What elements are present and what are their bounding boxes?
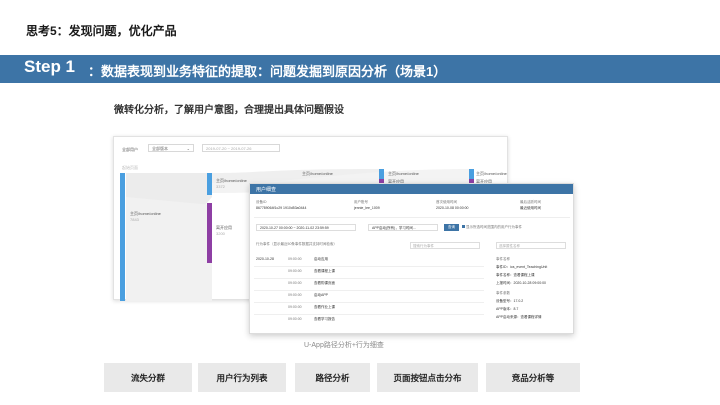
event-name: 启动APP [314,293,329,297]
date-range-picker[interactable]: 2020-10-27 00:00:00 ~ 2020-11-02 23:59:5… [256,224,356,231]
step-banner: Step 1 ：数据表现到业务特征的提取：问题发掘到原因分析（场景1） [0,55,720,83]
user-detail-screenshot: 用户细查 设备ID 867789064f1c29 1910d53a0444 用户… [249,183,574,334]
btn-path-analysis[interactable]: 路径分析 [295,363,370,392]
event-time: 09:00:00 [288,293,302,297]
query-button[interactable]: 查询 [444,224,459,231]
field-value-last: 最近使用时间 [520,206,541,210]
event-time: 09:00:00 [288,281,302,285]
node-main-count: 7843 [130,217,139,222]
field-label-first: 首次使用时间 [436,200,457,204]
btn-user-behavior-list[interactable]: 用户行为列表 [198,363,286,392]
node-other-count: 3200 [216,231,225,236]
prop-item: 上报时间：2020-10-28 09:00:00 [496,281,546,285]
btn-click-distribution[interactable]: 页面按钮点击分布 [377,363,478,392]
btn-churn-group[interactable]: 流失分群 [104,363,192,392]
event-time: 09:00:00 [288,269,302,273]
step-description: ：数据表现到业务特征的提取：问题发掘到原因分析（场景1） [88,64,447,79]
event-name: 查看学习报告 [314,317,335,321]
divider [254,217,570,218]
slide-top-title: 思考5：发现问题，优化产品 [26,24,177,38]
row-divider [254,302,484,303]
event-select[interactable]: APP启动(所有)，学习时间... [368,224,438,231]
event-time: 09:00:00 [288,305,302,309]
event-name: 查看作业上课 [314,305,335,309]
row-divider [254,266,484,267]
field-value-account: jennie_lee_1009 [354,206,380,210]
prop-item: 事件名称 [496,257,510,261]
field-label-device: 设备ID [256,200,267,204]
screenshot-caption: U-App路径分析+行为细查 [304,342,384,349]
node-r1b-label: 主页/home/online [388,171,419,176]
step-label: Step 1 [24,57,76,76]
field-label-last: 最后活跃时间 [520,200,541,204]
events-date: 2020-10-28 [256,257,274,261]
field-label-account: 用户账号 [354,200,368,204]
node-r1-label: 主页/home/online [302,171,333,176]
event-name: 启动应用 [314,257,328,261]
event-time: 09:00:00 [288,317,302,321]
prop-item: 事件名称：查看课程上课 [496,273,535,277]
prop-item: 事件ID：ios_event_TeachingUnit [496,265,548,269]
sankey-node-leave[interactable] [207,203,212,263]
event-name: 查看课程上课 [314,269,335,273]
panel-header: 用户细查 [250,184,573,194]
row-divider [254,278,484,279]
range-checkbox-label[interactable]: 显示所选时间范围内的用户行为事件 [462,225,522,230]
section-subtitle: 微转化分析，了解用户意图，合理提出具体问题假设 [114,105,344,116]
event-name: 查看购课页面 [314,281,335,285]
node-r3-label: 主页/home/online [476,171,507,176]
event-search-input[interactable]: 搜索行为事件 [410,242,480,249]
panel-title: 用户细查 [256,187,277,193]
sankey-node-r3[interactable] [469,169,474,179]
sankey-node-r1[interactable] [379,169,384,179]
checkbox-icon[interactable] [462,225,465,228]
field-value-first: 2020-10-08 00:00:00 [436,206,469,210]
prop-item: APP版本：8.7 [496,307,519,311]
property-search-input[interactable]: 选择属性名称 [496,242,566,249]
sankey-node-main2[interactable] [207,173,212,195]
prop-item: 设备型号：17.0.2 [496,299,524,303]
sankey-node-start[interactable] [120,173,125,301]
node-main2-count: 3372 [216,184,225,189]
field-value-device: 867789064f1c29 1910d53a0444 [256,206,307,210]
btn-competitor-analysis[interactable]: 竞品分析等 [486,363,580,392]
row-divider [254,290,484,291]
prop-item: 事件参数 [496,291,510,295]
row-divider [254,314,484,315]
event-list-header: 行为事件（显示最近50条事件数据并支持时间检索） [256,242,337,246]
event-time: 09:00:00 [288,257,302,261]
prop-item: APP启动来源：查看课程详情 [496,315,542,319]
